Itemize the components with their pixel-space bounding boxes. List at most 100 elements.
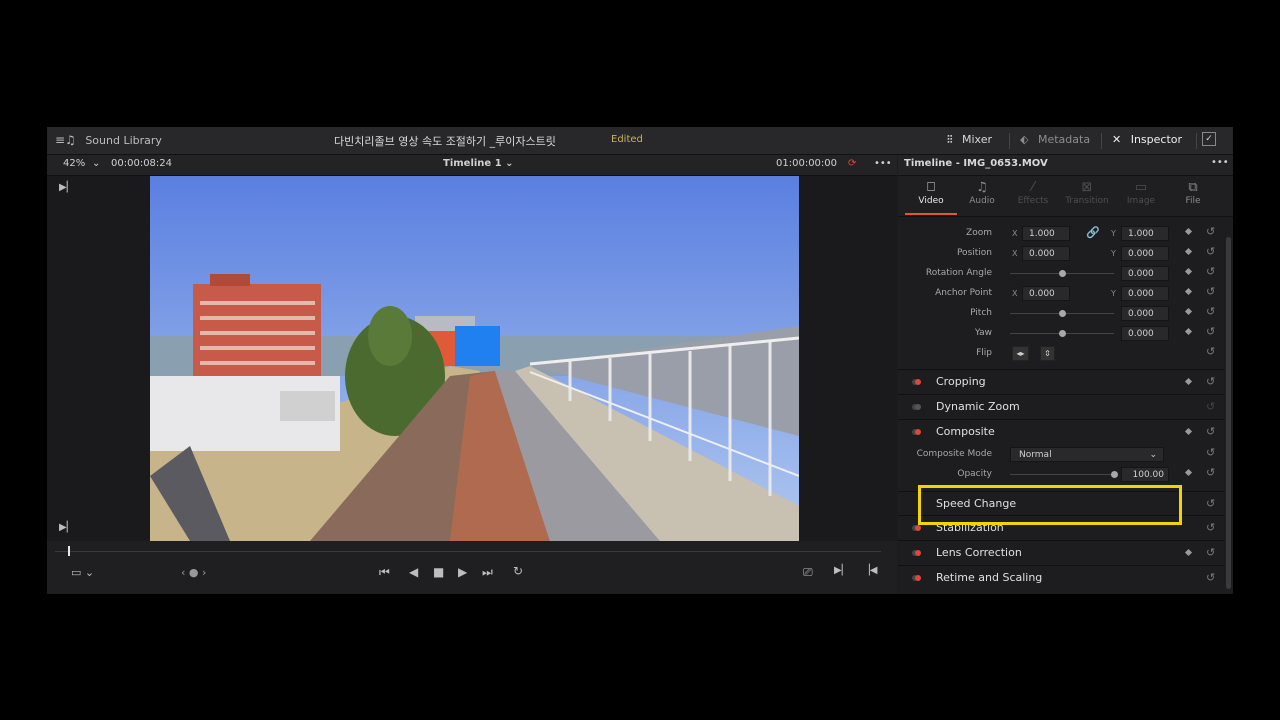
composite-section[interactable]: Composite ↺ — [898, 419, 1224, 444]
viewer-transport: ▭ ⌄ ‹ ● › ⏮ ◀ ■ ▶ ⏭ ↻ ⎚ ▶▏ ▕◀ — [47, 541, 897, 594]
enable-toggle[interactable] — [915, 379, 921, 385]
go-to-start-icon[interactable]: ⏮ — [379, 565, 390, 580]
reset-icon[interactable]: ↺ — [1206, 521, 1215, 534]
keyframe-icon[interactable] — [1184, 307, 1193, 316]
anchor-x-field[interactable]: 0.000 — [1022, 286, 1070, 301]
anchor-row: Anchor Point X 0.000 Y 0.000 ↺ — [898, 284, 1224, 304]
keyframe-icon[interactable] — [1184, 548, 1193, 557]
composite-mode-select[interactable]: Normal ⌄ — [1010, 447, 1164, 462]
retime-scaling-section[interactable]: Retime and Scaling ↺ — [898, 565, 1224, 590]
zoom-x-field[interactable]: 1.000 — [1022, 226, 1070, 241]
reset-icon[interactable]: ↺ — [1206, 546, 1215, 559]
project-title: 다빈치리졸브 영상 속도 조절하기 _루이자스트릿 — [334, 135, 556, 148]
rotation-slider-knob[interactable] — [1059, 270, 1066, 277]
dynamic-zoom-section[interactable]: Dynamic Zoom ↺ — [898, 394, 1224, 419]
keyframe-icon[interactable] — [1184, 227, 1193, 236]
enable-toggle[interactable] — [915, 525, 921, 531]
pitch-slider-knob[interactable] — [1059, 310, 1066, 317]
metadata-button[interactable]: ⬖ Metadata — [1020, 133, 1090, 146]
anchor-y-field[interactable]: 0.000 — [1121, 286, 1169, 301]
position-y-field[interactable]: 0.000 — [1121, 246, 1169, 261]
mixer-button[interactable]: ⫶⫶ Mixer — [947, 133, 992, 147]
keyframe-icon[interactable] — [1184, 468, 1193, 477]
timeline-selector[interactable]: Timeline 1 ⌄ — [443, 158, 514, 169]
playhead[interactable] — [68, 546, 70, 556]
pitch-field[interactable]: 0.000 — [1121, 306, 1169, 321]
yaw-field[interactable]: 0.000 — [1121, 326, 1169, 341]
reset-icon[interactable]: ↺ — [1206, 325, 1215, 338]
rotation-field[interactable]: 0.000 — [1121, 266, 1169, 281]
cropping-title: Cropping — [936, 375, 986, 388]
link-icon[interactable]: 🔗 — [1086, 226, 1100, 239]
chevron-down-icon[interactable]: ⌄ — [92, 158, 100, 169]
tab-audio[interactable]: ♫ Audio — [957, 180, 1007, 206]
yaw-slider-knob[interactable] — [1059, 330, 1066, 337]
keyframe-icon[interactable] — [1184, 377, 1193, 386]
sync-icon[interactable]: ⟳ — [848, 158, 856, 169]
stop-icon[interactable]: ■ — [433, 565, 444, 579]
mark-in-button-icon[interactable]: ▶▏ — [834, 565, 849, 576]
enable-toggle[interactable] — [915, 429, 921, 435]
reset-icon[interactable]: ↺ — [1206, 425, 1215, 438]
keyframe-icon[interactable] — [1184, 427, 1193, 436]
music-note-icon: ♫ — [976, 180, 988, 195]
match-frame-icon[interactable]: ⎚ — [803, 565, 813, 580]
keyframe-icon[interactable] — [1184, 267, 1193, 276]
tab-image[interactable]: ▭ Image — [1116, 180, 1166, 206]
axis-x-label: X — [1012, 229, 1018, 238]
more-options-icon[interactable]: ••• — [1211, 157, 1229, 168]
enable-toggle[interactable] — [915, 404, 921, 410]
viewer-header: 42% ⌄ 00:00:08:24 Timeline 1 ⌄ 01:00:00:… — [47, 155, 897, 176]
reset-icon[interactable]: ↺ — [1206, 446, 1215, 459]
keyframe-icon[interactable] — [1184, 287, 1193, 296]
mark-out-button-icon[interactable]: ▕◀ — [862, 565, 877, 576]
timeline-name: Timeline 1 — [443, 158, 502, 169]
reset-icon[interactable]: ↺ — [1206, 285, 1215, 298]
go-to-end-icon[interactable]: ⏭ — [482, 565, 493, 580]
cropping-section[interactable]: Cropping ↺ — [898, 369, 1224, 394]
reset-icon[interactable]: ↺ — [1206, 265, 1215, 278]
play-icon[interactable]: ▶ — [458, 565, 467, 579]
enable-toggle[interactable] — [915, 575, 921, 581]
reset-icon[interactable]: ↺ — [1206, 245, 1215, 258]
zoom-level[interactable]: 42% — [63, 158, 85, 169]
opacity-slider[interactable] — [1010, 474, 1114, 475]
reset-icon[interactable]: ↺ — [1206, 375, 1215, 388]
inspector-clip-title: Timeline - IMG_0653.MOV — [904, 158, 1048, 169]
tab-video[interactable]: ⎕ Video — [906, 180, 956, 206]
collapse-icon[interactable]: ✓ — [1202, 132, 1216, 146]
keyframe-icon[interactable] — [1184, 327, 1193, 336]
frame-select-icon[interactable]: ▭ ⌄ — [71, 566, 94, 579]
tab-file[interactable]: ⧉ File — [1168, 180, 1218, 206]
inspector-scrollbar[interactable] — [1226, 237, 1231, 589]
zoom-y-field[interactable]: 1.000 — [1121, 226, 1169, 241]
flip-horizontal-icon[interactable]: ◂▸ — [1012, 346, 1029, 361]
reset-icon[interactable]: ↺ — [1206, 497, 1215, 510]
position-x-field[interactable]: 0.000 — [1022, 246, 1070, 261]
flip-vertical-icon[interactable]: ⇕ — [1040, 346, 1055, 361]
reset-icon[interactable]: ↺ — [1206, 400, 1215, 413]
anchor-label: Anchor Point — [935, 288, 992, 298]
scrubber-track[interactable] — [55, 551, 881, 552]
reverse-icon[interactable]: ◀ — [409, 565, 418, 579]
tab-transition[interactable]: ⊠ Transition — [1062, 180, 1112, 206]
opacity-field[interactable]: 100.00 — [1121, 467, 1169, 482]
sound-library-button[interactable]: ≡♫ Sound Library — [55, 133, 162, 147]
loop-icon[interactable]: ↻ — [513, 564, 523, 578]
reset-icon[interactable]: ↺ — [1206, 466, 1215, 479]
tab-effects[interactable]: ⁄ Effects — [1008, 180, 1058, 206]
more-options-icon[interactable]: ••• — [874, 158, 892, 169]
reset-icon[interactable]: ↺ — [1206, 225, 1215, 238]
reset-icon[interactable]: ↺ — [1206, 571, 1215, 584]
nudge-control[interactable]: ‹ ● › — [181, 566, 206, 579]
reset-icon[interactable]: ↺ — [1206, 305, 1215, 318]
opacity-slider-knob[interactable] — [1111, 471, 1118, 478]
mark-in-icon[interactable]: ▶▏ — [59, 182, 74, 193]
inspector-button[interactable]: ✕ Inspector — [1112, 133, 1182, 146]
mark-out-icon[interactable]: ▶▏ — [59, 522, 74, 533]
reset-icon[interactable]: ↺ — [1206, 345, 1215, 358]
lens-correction-section[interactable]: Lens Correction ↺ — [898, 540, 1224, 565]
rotation-label: Rotation Angle — [925, 268, 992, 278]
keyframe-icon[interactable] — [1184, 247, 1193, 256]
enable-toggle[interactable] — [915, 550, 921, 556]
